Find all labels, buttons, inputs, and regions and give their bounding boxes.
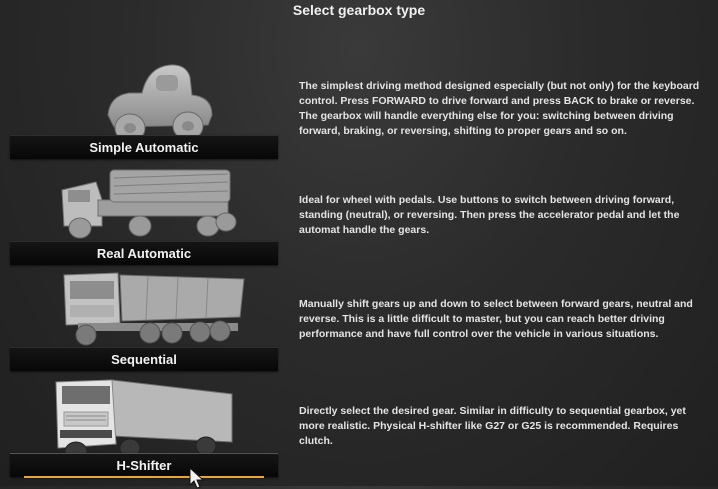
option-label[interactable]: Real Automatic xyxy=(10,241,278,265)
option-description: Directly select the desired gear. Simila… xyxy=(299,405,686,447)
page-title: Select gearbox type xyxy=(292,2,426,18)
option-description: The simplest driving method designed esp… xyxy=(299,80,700,137)
option-label[interactable]: Sequential xyxy=(10,347,278,371)
option-label[interactable]: H-Shifter xyxy=(10,453,278,478)
option-description: Manually shift gears up and down to sele… xyxy=(299,298,693,340)
option-description: Ideal for wheel with pedals. Use buttons… xyxy=(299,194,680,236)
option-label[interactable]: Simple Automatic xyxy=(10,135,278,159)
